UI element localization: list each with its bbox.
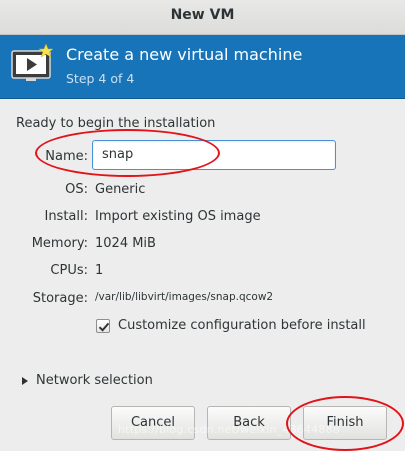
window-titlebar: New VM bbox=[0, 0, 405, 35]
os-label: OS: bbox=[65, 182, 88, 197]
monitor-play-icon bbox=[10, 43, 56, 85]
customize-checkbox[interactable] bbox=[96, 319, 110, 333]
customize-label[interactable]: Customize configuration before install bbox=[118, 318, 366, 333]
banner-title: Create a new virtual machine bbox=[66, 45, 303, 64]
storage-path: /var/lib/libvirt/images/snap.qcow2 bbox=[95, 291, 274, 303]
cpus-value: 1 bbox=[95, 263, 104, 278]
summary-heading: Ready to begin the installation bbox=[16, 116, 216, 131]
memory-label: Memory: bbox=[31, 236, 88, 251]
wizard-banner: Create a new virtual machine Step 4 of 4 bbox=[0, 35, 405, 99]
expander-arrow-icon[interactable] bbox=[22, 377, 28, 385]
back-button[interactable]: Back bbox=[207, 406, 291, 440]
os-value: Generic bbox=[95, 182, 146, 197]
cpus-label: CPUs: bbox=[50, 263, 88, 278]
memory-value: 1024 MiB bbox=[95, 236, 156, 251]
install-label: Install: bbox=[44, 209, 88, 224]
network-selection-expander[interactable]: Network selection bbox=[36, 373, 153, 388]
finish-button[interactable]: Finish bbox=[303, 406, 387, 440]
name-label: Name: bbox=[45, 149, 88, 164]
window-title: New VM bbox=[170, 7, 235, 23]
step-indicator: Step 4 of 4 bbox=[66, 71, 135, 86]
checkmark-icon bbox=[98, 322, 110, 332]
cancel-button[interactable]: Cancel bbox=[111, 406, 195, 440]
name-input[interactable]: snap bbox=[92, 140, 336, 170]
install-value: Import existing OS image bbox=[95, 209, 261, 224]
storage-label: Storage: bbox=[32, 291, 88, 306]
